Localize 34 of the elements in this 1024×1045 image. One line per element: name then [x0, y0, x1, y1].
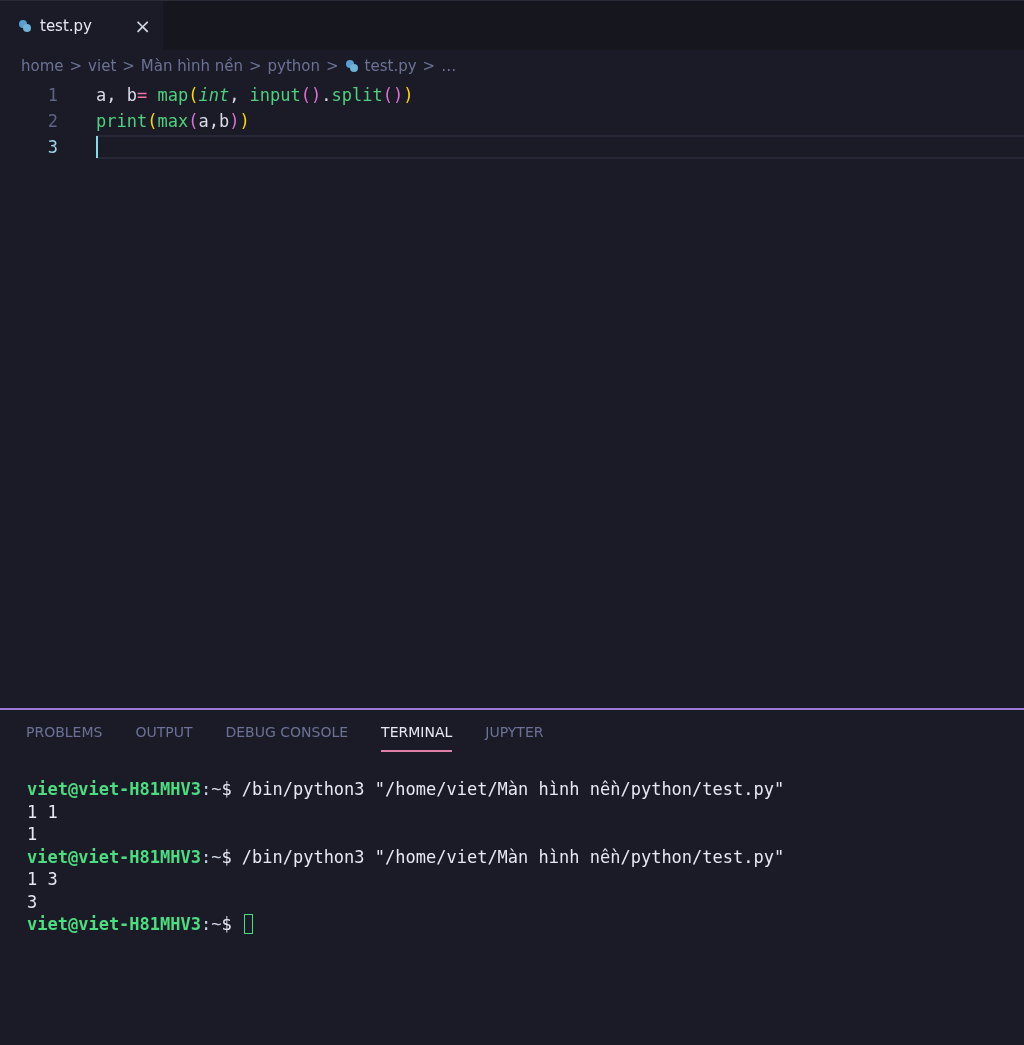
- panel-tab[interactable]: TERMINAL: [381, 724, 453, 752]
- terminal-line: 3: [27, 891, 38, 912]
- panel-tab[interactable]: PROBLEMS: [26, 724, 103, 752]
- panel-tab[interactable]: DEBUG CONSOLE: [225, 724, 349, 752]
- breadcrumb-separator: >: [122, 57, 135, 75]
- terminal-line: viet@viet-H81MHV3:~$: [27, 914, 233, 935]
- breadcrumb-item[interactable]: test.py: [364, 57, 417, 75]
- terminal-line: 1 1: [27, 801, 58, 822]
- terminal-line: viet@viet-H81MHV3:~$ /bin/python3 "/home/viet/Màn hình nền/python/test.py": [27, 779, 785, 800]
- breadcrumb-separator: >: [69, 57, 83, 75]
- breadcrumb-item[interactable]: python: [267, 57, 320, 75]
- line-number: 1: [46, 85, 59, 105]
- breadcrumb-item[interactable]: …: [441, 57, 457, 75]
- breadcrumb-separator: >: [326, 57, 339, 75]
- tab-label: test.py: [40, 16, 93, 35]
- editor-tab[interactable]: test.py ×: [0, 1, 163, 50]
- terminal-line: 1: [27, 824, 38, 845]
- terminal-line: viet@viet-H81MHV3:~$ /bin/python3 "/home/viet/Màn hình nền/python/test.py": [27, 846, 785, 867]
- close-button[interactable]: ×: [134, 13, 151, 38]
- line-number: 3: [46, 137, 59, 157]
- terminal-line: 1 3: [27, 869, 58, 890]
- breadcrumb-item[interactable]: Màn hình nền: [140, 57, 243, 75]
- file-icon: [344, 59, 359, 73]
- breadcrumb-item[interactable]: home: [21, 57, 64, 75]
- breadcrumb-separator: >: [422, 57, 436, 75]
- code-line: a, b= map(int, input().split()): [96, 85, 414, 105]
- panel-tab[interactable]: OUTPUT: [135, 724, 193, 752]
- code-line: print(max(a,b)): [96, 111, 250, 131]
- breadcrumb-separator: >: [248, 57, 262, 75]
- text-cursor: [96, 136, 98, 158]
- breadcrumb-item[interactable]: viet: [88, 57, 117, 75]
- panel-tab[interactable]: JUPYTER: [485, 724, 544, 752]
- file-icon: [18, 18, 32, 33]
- line-number: 2: [46, 111, 59, 131]
